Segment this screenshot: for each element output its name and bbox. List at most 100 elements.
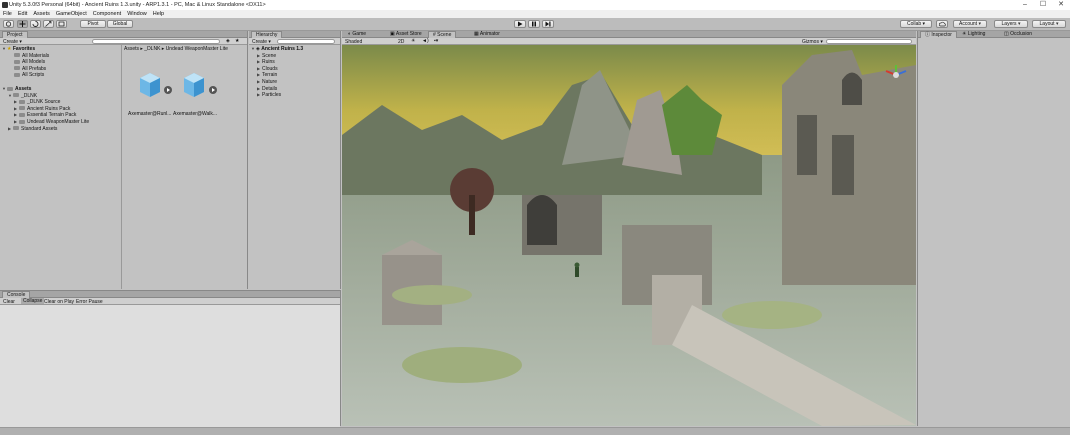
menu-assets[interactable]: Assets [33, 11, 50, 17]
account-dropdown[interactable]: Account ▾ [953, 20, 987, 28]
layers-dropdown[interactable]: Layers ▾ [994, 20, 1028, 28]
menu-component[interactable]: Component [93, 11, 121, 17]
close-button[interactable]: ✕ [1052, 0, 1070, 10]
console-collapse-button[interactable]: Collapse [21, 298, 45, 304]
hierarchy-search-input[interactable] [277, 39, 335, 44]
global-toggle[interactable]: Global [107, 20, 133, 28]
asset-label-runl: Axemaster@Runl... [128, 111, 172, 117]
menu-file[interactable]: File [3, 11, 12, 17]
rect-icon [58, 21, 65, 27]
inspector-panel: ⓘ Inspector ☀ Lighting ◫ Occlusion [917, 31, 1070, 426]
hierarchy-item[interactable]: ▶ Scene [251, 53, 303, 60]
play-button[interactable] [514, 20, 526, 28]
hierarchy-tree: ▼◈ Ancient Ruins 1.3 ▶ Scene ▶ Ruins ▶ Clou… [251, 46, 303, 99]
prefab-cube-icon [140, 73, 160, 97]
tab-hierarchy[interactable]: Hierarchy [251, 31, 283, 38]
tree-item-dlnk-source[interactable]: ▶ _DLNK Source [2, 99, 89, 106]
rotate-tool-button[interactable] [30, 20, 41, 28]
assets-header[interactable]: ▼ Assets [2, 86, 89, 93]
hand-tool-button[interactable] [3, 20, 14, 28]
hierarchy-item[interactable]: ▶ Clouds [251, 66, 303, 73]
move-tool-button[interactable] [17, 20, 28, 28]
tab-inspector[interactable]: ⓘ Inspector [920, 31, 957, 38]
scene-search-input[interactable] [826, 39, 912, 44]
hierarchy-item[interactable]: ▶ Nature [251, 79, 303, 86]
game-view-icon: ◐ [348, 31, 352, 37]
hierarchy-item[interactable]: ▶ Details [251, 86, 303, 93]
main-toolbar: Pivot Global Collab ▾ Account ▾ Layers ▾… [0, 18, 1070, 31]
animator-icon: ▦ [474, 31, 479, 37]
global-label: Global [112, 21, 128, 27]
play-preview-icon[interactable] [208, 85, 218, 95]
favorite-item[interactable]: All Models [2, 59, 49, 66]
tree-item-dlnk[interactable]: ▼ _DLNK [2, 93, 89, 100]
tab-occlusion[interactable]: ◫ Occlusion [1000, 31, 1036, 38]
favorites-header[interactable]: ▼★ Favorites [2, 46, 49, 53]
project-panel: Project Create ▾ ◈ ★ ▼★ Favorites All Ma… [0, 31, 248, 298]
tree-item-standard-assets[interactable]: ▶ Standard Assets [2, 126, 89, 133]
assets-tree: ▼ Assets ▼ _DLNK ▶ _DLNK Source ▶ Ancient Ru… [2, 86, 89, 132]
folder-icon [19, 119, 25, 124]
menu-edit[interactable]: Edit [18, 11, 27, 17]
play-preview-icon[interactable] [163, 85, 173, 95]
project-breadcrumb[interactable]: Assets ▸ _DLNK ▸ Undead WeaponMaster Lit… [124, 46, 228, 52]
tab-scene[interactable]: # Scene [428, 31, 457, 38]
hierarchy-item[interactable]: ▶ Terrain [251, 72, 303, 79]
lighting-toggle-icon[interactable]: ☀ [411, 38, 415, 44]
pause-button[interactable] [528, 20, 540, 28]
tab-asset-store[interactable]: ▣ Asset Store [386, 31, 426, 38]
tab-animator[interactable]: ▦ Animator [470, 31, 504, 38]
hierarchy-scene-root[interactable]: ▼◈ Ancient Ruins 1.3 [251, 46, 303, 53]
project-subbar: Create ▾ ◈ ★ [0, 38, 247, 45]
unity-scene-icon: ◈ [256, 46, 260, 52]
asset-thumbnail-walk[interactable] [180, 69, 210, 99]
menu-window[interactable]: Window [127, 11, 147, 17]
prefab-cube-icon [184, 73, 204, 97]
asset-thumbnail-runl[interactable] [136, 69, 166, 99]
layout-dropdown[interactable]: Layout ▾ [1032, 20, 1066, 28]
audio-toggle-icon[interactable]: ◄) [422, 38, 429, 44]
tab-project[interactable]: Project [2, 31, 28, 38]
hierarchy-item[interactable]: ▶ Particles [251, 92, 303, 99]
search-folder-icon [14, 66, 20, 71]
cloud-button[interactable] [936, 20, 948, 28]
search-folder-icon [14, 73, 20, 78]
scale-tool-button[interactable] [43, 20, 54, 28]
assets-label: Assets [15, 86, 32, 92]
play-icon [518, 21, 523, 27]
window-title: Unity 5.3.0f3 Personal (64bit) - Ancient… [9, 2, 266, 8]
tree-item-terrain-pack[interactable]: ▶ Essential Terrain Pack [2, 112, 89, 119]
effects-toggle-icon[interactable]: ▪▾ [434, 38, 438, 44]
pivot-toggle[interactable]: Pivot [80, 20, 106, 28]
scene-viewport[interactable] [342, 45, 916, 426]
account-chevron-icon: ▾ [978, 21, 981, 27]
project-create-button[interactable]: Create ▾ [3, 39, 22, 45]
project-filter-icon[interactable]: ◈ [226, 38, 230, 44]
collab-label: Collab ▾ [906, 21, 926, 27]
hierarchy-create-button[interactable]: Create ▾ [252, 39, 271, 45]
project-star-icon[interactable]: ★ [235, 38, 239, 44]
project-search-input[interactable] [92, 39, 220, 44]
favorites-label: Favorites [12, 46, 36, 52]
favorite-item[interactable]: All Prefabs [2, 66, 49, 73]
tab-lighting[interactable]: ☀ Lighting [958, 31, 989, 38]
store-icon: ▣ [390, 31, 395, 37]
step-icon [545, 21, 551, 27]
menu-help[interactable]: Help [153, 11, 164, 17]
menu-gameobject[interactable]: GameObject [56, 11, 87, 17]
tab-console[interactable]: Console [2, 291, 31, 298]
console-log-area [0, 305, 340, 427]
rect-tool-button[interactable] [56, 20, 67, 28]
favorite-item[interactable]: All Materials [2, 53, 49, 60]
tab-game[interactable]: ◐ Game [344, 31, 370, 38]
hierarchy-item[interactable]: ▶ Ruins [251, 59, 303, 66]
minimize-button[interactable]: – [1016, 0, 1034, 10]
scene-orientation-gizmo[interactable] [882, 63, 910, 87]
collab-dropdown[interactable]: Collab ▾ [900, 20, 932, 28]
tree-item-ancient-ruins[interactable]: ▶ Ancient Ruins Pack [2, 106, 89, 113]
tree-item-undead-weaponmaster[interactable]: ▶ Undead WeaponMaster Lite [2, 119, 89, 126]
inspector-tabstrip: ⓘ Inspector ☀ Lighting ◫ Occlusion [918, 31, 1070, 38]
step-button[interactable] [542, 20, 554, 28]
maximize-button[interactable]: ☐ [1034, 0, 1052, 10]
favorite-item[interactable]: All Scripts [2, 72, 49, 79]
